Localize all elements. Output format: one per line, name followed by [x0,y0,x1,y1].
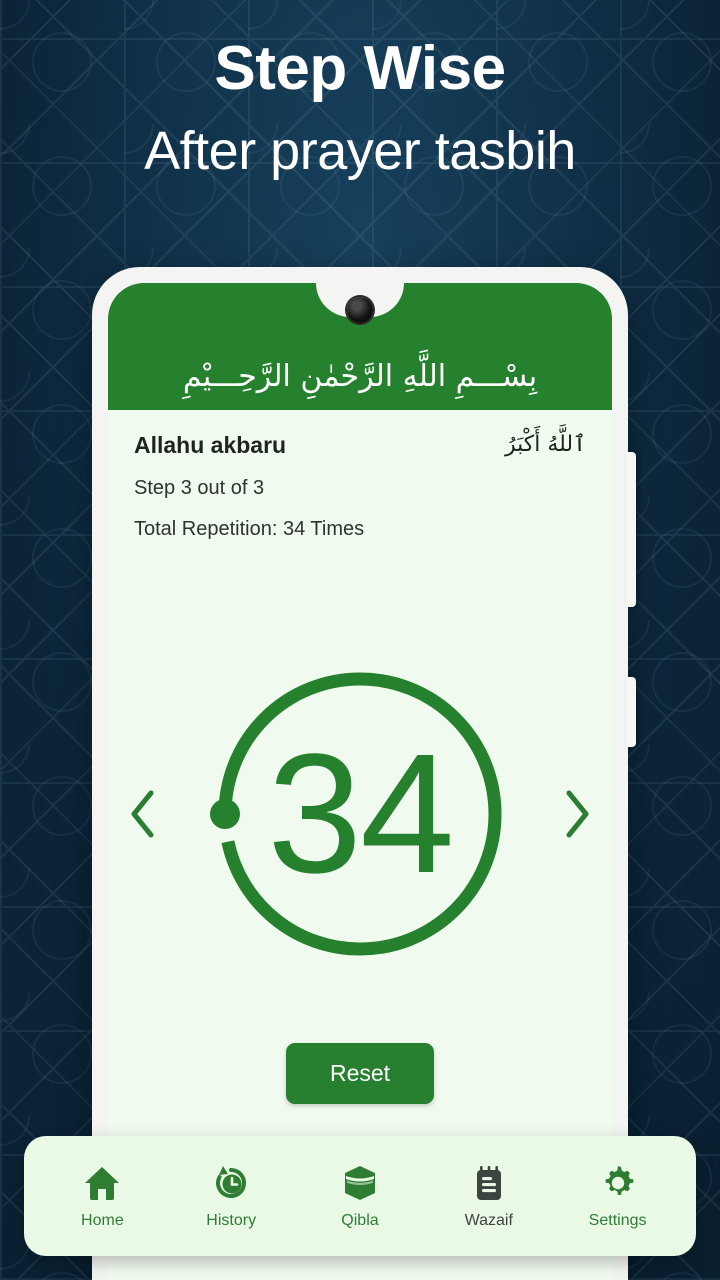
nav-item-history[interactable]: History [172,1163,290,1230]
promo-title: Step Wise [214,34,506,103]
nav-label-qibla: Qibla [341,1211,379,1229]
dhikr-transliteration: Allahu akbaru [134,432,287,458]
promo-banner: Step Wise After prayer tasbih بِسْـــمِ … [0,0,720,1280]
phone-power-button[interactable] [626,677,636,747]
bismillah-text: بِسْـــمِ اللَّهِ الرَّحْمٰنِ الرَّحِـــ… [182,359,538,394]
camera-icon [347,297,373,323]
notepad-icon [476,1165,501,1200]
dhikr-title-row: Allahu akbaru ٱللَّهُ أَكْبَرُ [134,432,586,459]
chevron-right-icon[interactable] [560,787,594,841]
nav-item-qibla[interactable]: Qibla [301,1163,419,1230]
nav-label-wazaif: Wazaif [464,1211,513,1229]
dhikr-arabic: ٱللَّهُ أَكْبَرُ [504,432,586,457]
app-header-bar: بِسْـــمِ اللَّهِ الرَّحْمٰنِ الرَّحِـــ… [108,283,612,410]
counter-area: 34 [108,599,612,1029]
reset-button-row: Reset [108,1043,612,1104]
chevron-left-icon[interactable] [126,787,160,841]
dhikr-step-text: Step 3 out of 3 [134,477,265,499]
phone-volume-button[interactable] [626,452,636,607]
nav-label-history: History [206,1211,257,1229]
bottom-navigation-bar: Home History Qibla Wazaif Settings [24,1136,696,1256]
dhikr-info-block: Allahu akbaru ٱللَّهُ أَكْبَرُ Step 3 ou… [108,410,612,541]
nav-item-wazaif[interactable]: Wazaif [430,1163,548,1230]
history-icon [216,1165,247,1198]
gear-icon [605,1165,633,1195]
nav-label-home: Home [81,1211,124,1229]
promo-subtitle: After prayer tasbih [144,121,576,182]
phone-mockup: بِسْـــمِ اللَّهِ الرَّحْمٰنِ الرَّحِـــ… [92,267,636,1280]
phone-screen: بِسْـــمِ اللَّهِ الرَّحْمٰنِ الرَّحِـــ… [108,283,612,1280]
nav-label-settings: Settings [588,1211,647,1229]
promo-heading-group: Step Wise After prayer tasbih [0,0,720,180]
counter-ring[interactable]: 34 [195,649,525,979]
nav-item-home[interactable]: Home [43,1163,161,1230]
home-icon [85,1166,120,1200]
reset-button[interactable]: Reset [285,1043,435,1104]
nav-item-settings[interactable]: Settings [559,1163,677,1230]
dhikr-repetition-text: Total Repetition: 34 Times [134,518,365,540]
kaaba-icon [344,1165,375,1200]
counter-value: 34 [267,719,454,909]
